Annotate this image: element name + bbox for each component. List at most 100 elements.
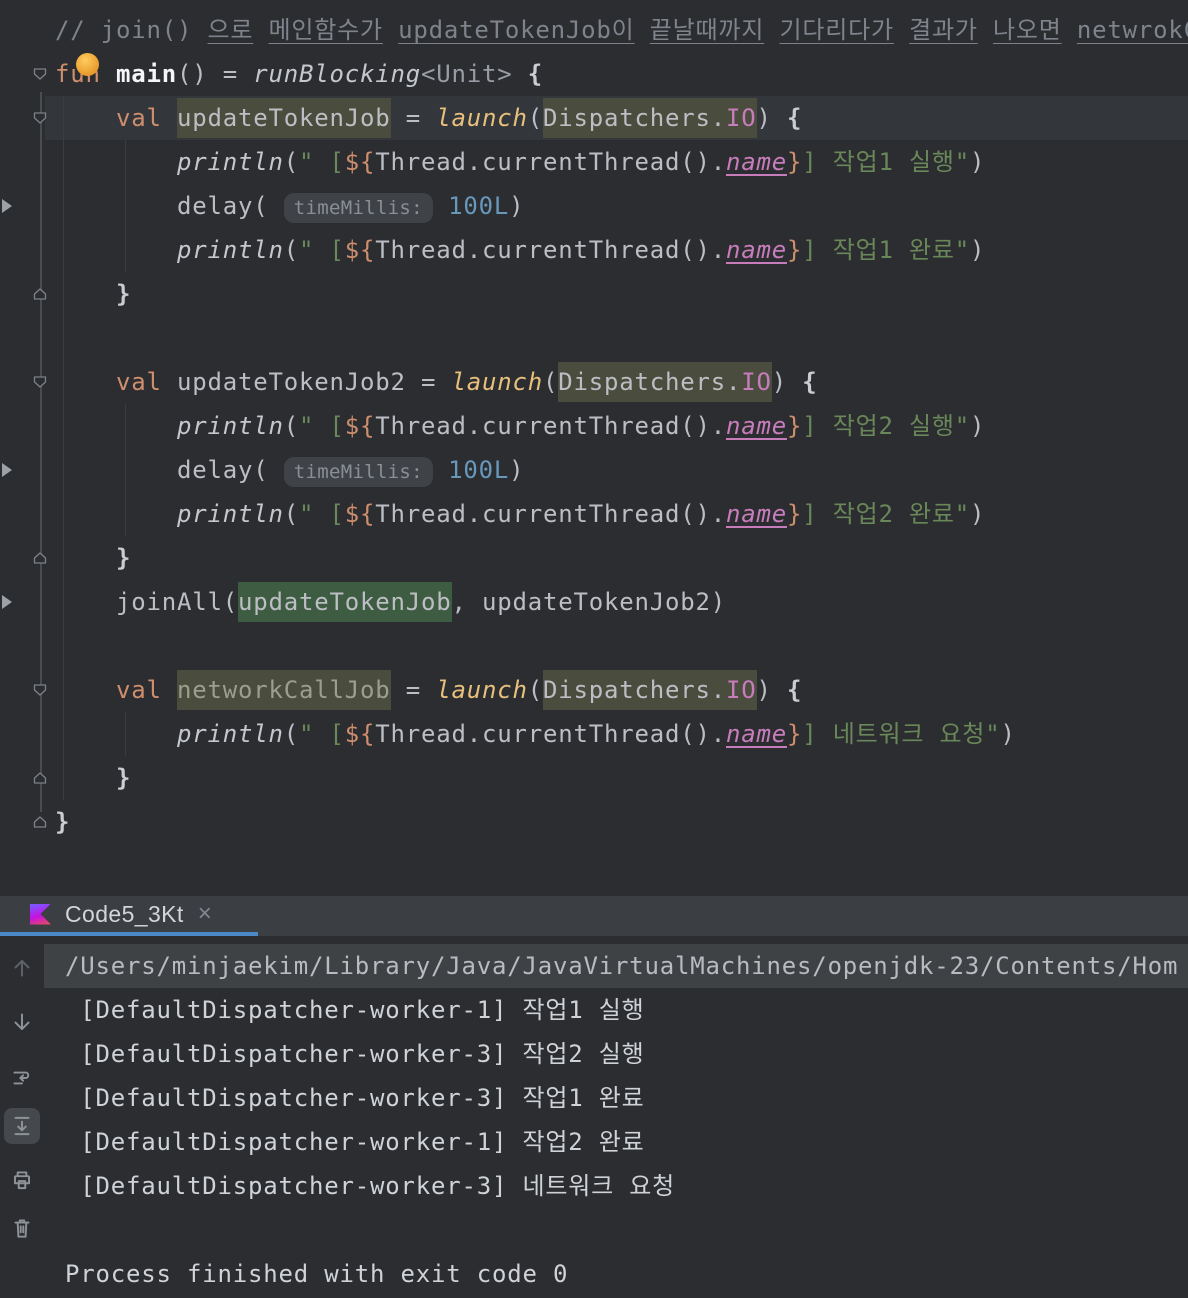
code-token: delay (177, 192, 254, 220)
console-line[interactable]: [DefaultDispatcher-worker-1] 작업2 완료 (0, 1120, 1188, 1164)
console-line[interactable] (0, 1208, 1188, 1252)
code-token: ) (970, 500, 986, 528)
code-token: { (527, 60, 543, 88)
fold-collapse-icon[interactable] (31, 65, 49, 83)
code-line[interactable]: } (0, 272, 1188, 316)
code-token: ( (222, 588, 238, 616)
code-token: { (787, 104, 803, 132)
code-line[interactable]: delay( timeMillis: 100L) (0, 448, 1188, 492)
code-line[interactable]: } (0, 536, 1188, 580)
code-token: ( (527, 676, 543, 704)
code-line[interactable]: println(" [${Thread.currentThread().name… (0, 712, 1188, 756)
console-output[interactable]: /Users/minjaekim/Library/Java/JavaVirtua… (0, 936, 1188, 1296)
code-token: ( (543, 368, 559, 396)
code-token: Thread.currentThread(). (375, 148, 726, 176)
code-token: updateTokenJob2 (177, 368, 406, 396)
fold-collapse-icon[interactable] (31, 373, 49, 391)
code-line[interactable] (0, 624, 1188, 668)
code-token: joinAll (116, 588, 223, 616)
run-console: /Users/minjaekim/Library/Java/JavaVirtua… (0, 936, 1188, 1298)
code-line[interactable]: println(" [${Thread.currentThread().name… (0, 492, 1188, 536)
code-token: IO (741, 362, 772, 402)
code-token: " [ (299, 720, 345, 748)
fold-end-icon[interactable] (31, 769, 49, 787)
fold-end-icon[interactable] (31, 285, 49, 303)
code-token: IO (726, 98, 757, 138)
print-icon (9, 1167, 35, 1193)
code-line[interactable]: val updateTokenJob2 = launch(Dispatchers… (0, 360, 1188, 404)
code-line[interactable]: println(" [${Thread.currentThread().name… (0, 140, 1188, 184)
code-line[interactable]: val networkCallJob = launch(Dispatchers.… (0, 668, 1188, 712)
console-line[interactable]: [DefaultDispatcher-worker-3] 네트워크 요청 (0, 1164, 1188, 1208)
console-line[interactable]: [DefaultDispatcher-worker-3] 작업1 완료 (0, 1076, 1188, 1120)
code-token: ) (970, 236, 986, 264)
code-line[interactable]: val updateTokenJob = launch(Dispatchers.… (0, 96, 1188, 140)
code-token: ${ (344, 720, 376, 748)
fold-collapse-icon[interactable] (31, 109, 49, 127)
code-token: " [ (299, 500, 345, 528)
code-token: , updateTokenJob2) (451, 588, 726, 616)
fold-end-icon[interactable] (31, 549, 49, 567)
code-token: // join() (55, 16, 208, 44)
clear-button[interactable] (4, 1210, 40, 1246)
close-icon[interactable]: × (198, 902, 212, 926)
code-editor[interactable]: // join() 으로 메인함수가 updateTokenJob이 끝날때까지… (0, 0, 1188, 896)
code-token: name (725, 148, 787, 176)
code-line[interactable]: fun main() = runBlocking<Unit> { (0, 52, 1188, 96)
code-token: launch (436, 104, 528, 132)
code-token: name (725, 720, 787, 748)
code-line[interactable] (0, 316, 1188, 360)
code-token: main (116, 60, 177, 88)
code-line[interactable]: joinAll(updateTokenJob, updateTokenJob2) (0, 580, 1188, 624)
print-button[interactable] (4, 1162, 40, 1198)
code-line[interactable]: // join() 으로 메인함수가 updateTokenJob이 끝날때까지… (0, 8, 1188, 52)
run-tab-label: Code5_3Kt (65, 900, 184, 927)
code-token: 결과가 (909, 16, 978, 44)
suspend-point-icon (2, 199, 12, 213)
code-line[interactable]: } (0, 800, 1188, 844)
arrow-up-button[interactable] (4, 950, 40, 986)
code-token: ( (283, 236, 299, 264)
code-line[interactable]: println(" [${Thread.currentThread().name… (0, 228, 1188, 272)
code-token: } (786, 500, 803, 528)
console-line[interactable]: [DefaultDispatcher-worker-3] 작업2 실행 (0, 1032, 1188, 1076)
code-line[interactable]: delay( timeMillis: 100L) (0, 184, 1188, 228)
code-token: ) (509, 456, 525, 484)
code-token: ( (527, 104, 543, 132)
code-token: 100L (448, 192, 510, 220)
code-token: } (786, 148, 803, 176)
code-line[interactable]: println(" [${Thread.currentThread().name… (0, 404, 1188, 448)
arrow-down-button[interactable] (4, 1004, 40, 1040)
indent-guide (125, 140, 126, 272)
console-line[interactable]: [DefaultDispatcher-worker-1] 작업1 실행 (0, 988, 1188, 1032)
console-line[interactable]: Process finished with exit code 0 (0, 1252, 1188, 1296)
console-command-line[interactable]: /Users/minjaekim/Library/Java/JavaVirtua… (0, 944, 1188, 988)
code-token: ${ (344, 412, 376, 440)
code-line[interactable]: } (0, 756, 1188, 800)
soft-wrap-button[interactable] (4, 1060, 40, 1096)
run-tab[interactable]: Code5_3Kt × (0, 896, 212, 932)
code-token: 나오면 (993, 16, 1062, 44)
fold-collapse-icon[interactable] (31, 681, 49, 699)
code-token: { (802, 368, 818, 396)
run-tool-window-header: Code5_3Kt × (0, 896, 1188, 936)
scroll-to-end-button[interactable] (4, 1108, 40, 1144)
intention-bulb-icon[interactable] (76, 53, 99, 76)
code-lines: // join() 으로 메인함수가 updateTokenJob이 끝날때까지… (0, 8, 1188, 844)
fold-end-icon[interactable] (31, 813, 49, 831)
